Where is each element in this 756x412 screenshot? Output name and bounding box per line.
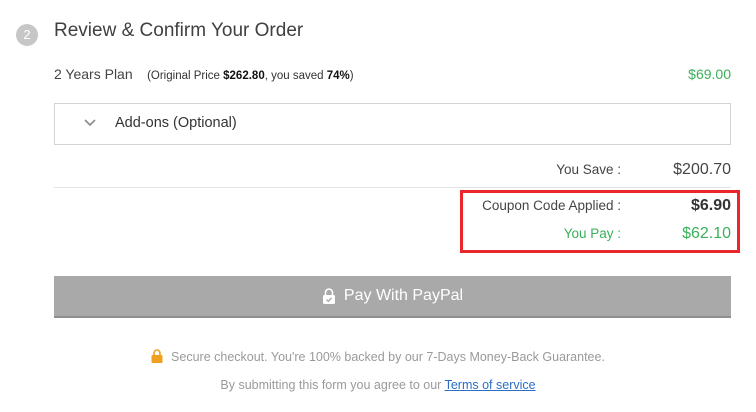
padlock-icon xyxy=(151,349,163,363)
you-pay-label: You Pay : xyxy=(563,226,621,241)
section-title: Review & Confirm Your Order xyxy=(54,20,304,41)
pay-button-label: Pay With PayPal xyxy=(343,287,464,304)
plan-row: 2 Years Plan (Original Price $262.80, yo… xyxy=(54,66,731,84)
plan-price-note: (Original Price $262.80, you saved 74%) xyxy=(147,70,354,82)
chevron-down-icon xyxy=(84,119,96,127)
coupon-label: Coupon Code Applied : xyxy=(482,198,621,213)
secure-text: Secure checkout. You're 100% backed by o… xyxy=(171,350,605,364)
terms-note: By submitting this form you agree to our… xyxy=(0,378,756,392)
original-price: $262.80 xyxy=(223,70,265,82)
plan-price: $69.00 xyxy=(688,66,731,82)
lock-icon xyxy=(322,287,335,304)
coupon-value: $6.90 xyxy=(690,197,731,214)
step-number-badge: 2 xyxy=(16,24,38,46)
you-save-label: You Save : xyxy=(556,162,621,177)
summary-divider xyxy=(54,187,731,188)
saved-percent: 74% xyxy=(326,70,350,82)
terms-of-service-link[interactable]: Terms of service xyxy=(445,378,536,392)
you-pay-value: $62.10 xyxy=(682,225,731,242)
note-suffix: ) xyxy=(349,70,354,82)
note-middle: , you saved xyxy=(264,70,327,82)
you-save-value: $200.70 xyxy=(673,161,731,178)
pay-with-paypal-button[interactable]: Pay With PayPal xyxy=(54,276,731,318)
addons-toggle[interactable]: Add-ons (Optional) xyxy=(54,103,731,145)
secure-checkout-note: Secure checkout. You're 100% backed by o… xyxy=(0,349,756,364)
addons-label: Add-ons (Optional) xyxy=(115,115,237,131)
plan-name: 2 Years Plan xyxy=(54,66,133,82)
terms-prefix: By submitting this form you agree to our xyxy=(220,378,445,392)
note-prefix: (Original Price xyxy=(147,70,224,82)
